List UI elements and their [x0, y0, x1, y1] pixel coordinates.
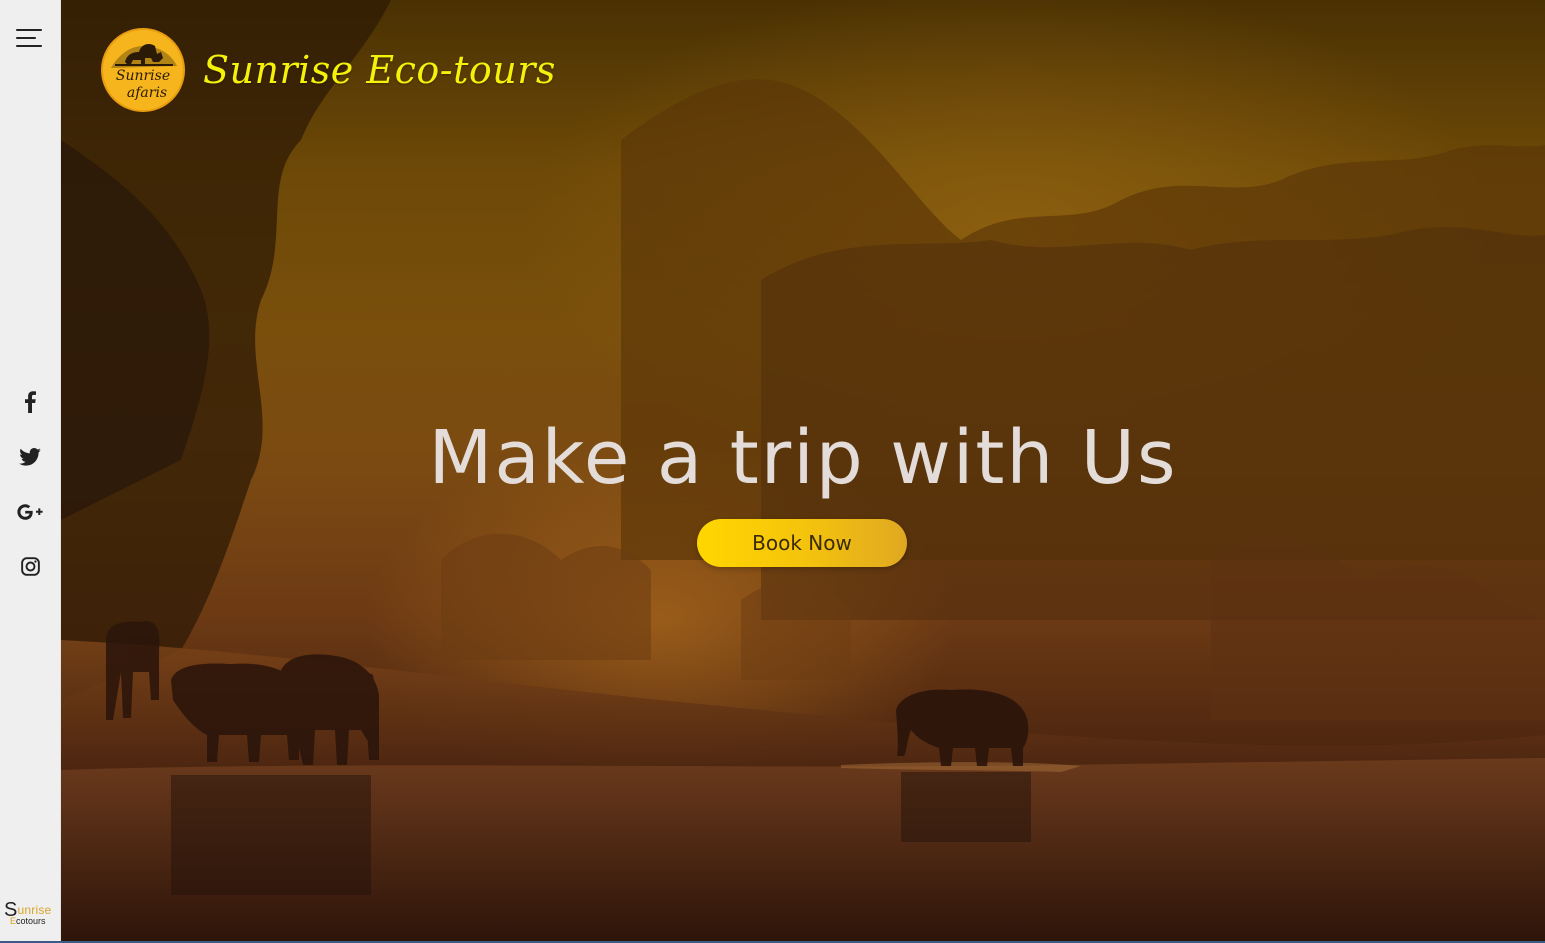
- google-plus-link[interactable]: [0, 484, 60, 539]
- instagram-link[interactable]: [0, 539, 60, 594]
- left-sidebar: Sunrise Ecotours: [0, 0, 61, 941]
- logo-text-line1: Sunrise: [116, 68, 170, 84]
- facebook-link[interactable]: [0, 374, 60, 429]
- google-plus-icon: [17, 503, 43, 520]
- twitter-link[interactable]: [0, 429, 60, 484]
- book-now-button[interactable]: Book Now: [697, 519, 907, 567]
- logo-text-line2: afaris: [127, 85, 167, 101]
- instagram-icon: [20, 557, 40, 576]
- sunrise-safaris-logo[interactable]: Sunrise afaris: [101, 28, 185, 112]
- footer-logo-line1: unrise: [17, 903, 52, 917]
- brand-name[interactable]: Sunrise Eco-tours: [203, 48, 556, 92]
- page: Sunrise Ecotours Sunrise afaris Sunrise …: [0, 0, 1545, 943]
- footer-logo-line2: cotours: [16, 916, 46, 926]
- social-links: [0, 374, 60, 594]
- footer-brand-logo[interactable]: Sunrise Ecotours: [4, 900, 58, 926]
- twitter-icon: [19, 447, 41, 466]
- hero-headline: Make a trip with Us: [428, 415, 1178, 501]
- facebook-icon: [25, 390, 36, 413]
- hero-section: Sunrise afaris Sunrise Eco-tours Make a …: [61, 0, 1545, 941]
- hamburger-menu-icon[interactable]: [16, 27, 44, 49]
